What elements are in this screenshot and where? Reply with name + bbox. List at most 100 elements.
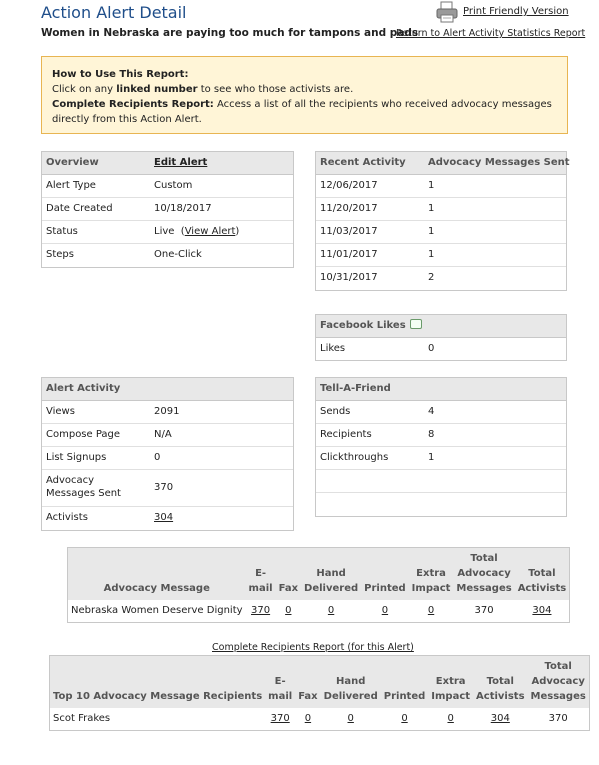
facebook-likes-heading: Facebook Likes <box>320 315 422 337</box>
taf-row: Recipients 8 <box>316 424 566 447</box>
total-messages-value: 370 <box>474 605 494 616</box>
recent-count: 2 <box>428 272 435 283</box>
printed-count-link[interactable]: 0 <box>401 713 407 724</box>
col-total-activists: Total Activists <box>514 547 570 600</box>
recent-date: 11/03/2017 <box>320 226 378 237</box>
tell-a-friend-header: Tell-A-Friend <box>316 378 566 401</box>
page-title: Action Alert Detail <box>41 3 187 22</box>
overview-row: Alert Type Custom <box>42 175 293 198</box>
hand-delivered-link[interactable]: 0 <box>328 605 334 616</box>
hand-delivered-link[interactable]: 0 <box>348 713 354 724</box>
status-value: Live (View Alert) <box>154 221 239 243</box>
recent-count: 1 <box>428 226 435 237</box>
activity-row: Activists 304 <box>42 507 293 529</box>
howto-heading: How to Use This Report: <box>52 69 189 80</box>
fax-count-link[interactable]: 0 <box>285 605 291 616</box>
view-alert-close-paren: ) <box>235 226 240 237</box>
printed-count-cell: 0 <box>381 708 429 731</box>
return-to-report-link[interactable]: Return to Alert Activity Statistics Repo… <box>396 28 585 39</box>
advocacy-messages-table: Advocacy Message E-mail Fax Hand Deliver… <box>67 547 571 623</box>
total-activists-link[interactable]: 304 <box>532 605 551 616</box>
taf-value: 8 <box>428 429 435 440</box>
overview-value: Custom <box>154 180 193 191</box>
email-count-link[interactable]: 370 <box>251 605 270 616</box>
total-activists-link[interactable]: 304 <box>491 713 510 724</box>
fax-count-link[interactable]: 0 <box>305 713 311 724</box>
print-friendly-link[interactable]: Print Friendly Version <box>463 6 569 17</box>
email-count-cell: 370 <box>265 708 295 731</box>
messages-table-header: Advocacy Message E-mail Fax Hand Deliver… <box>67 547 570 600</box>
hand-count-cell: 0 <box>321 708 381 731</box>
overview-heading: Overview <box>46 157 99 168</box>
taf-row: Clickthroughs 1 <box>316 447 566 470</box>
activity-label: Advocacy Messages Sent <box>46 475 121 499</box>
alert-subtitle: Women in Nebraska are paying too much fo… <box>41 27 419 39</box>
col-email: E-mail <box>245 547 276 600</box>
activity-value: 2091 <box>154 406 180 417</box>
howto-line1-bold: linked number <box>116 84 198 95</box>
activity-row: Compose Page N/A <box>42 424 293 447</box>
edit-alert-link[interactable]: Edit Alert <box>154 152 207 174</box>
col-advocacy-message: Advocacy Message <box>67 547 246 600</box>
col-printed: Printed <box>380 655 429 708</box>
overview-header: Overview Edit Alert <box>42 152 293 175</box>
howto-line1-pre: Click on any <box>52 84 117 95</box>
printed-count-cell: 0 <box>361 600 409 623</box>
col-fax: Fax <box>275 547 302 600</box>
col-printed: Printed <box>361 547 409 600</box>
overview-value: 10/18/2017 <box>154 203 212 214</box>
facebook-likes-label: Facebook Likes <box>320 320 406 331</box>
extra-count-cell: 0 <box>428 708 473 731</box>
recent-count: 1 <box>428 249 435 260</box>
extra-impact-link[interactable]: 0 <box>428 605 434 616</box>
extra-impact-link[interactable]: 0 <box>447 713 453 724</box>
view-alert-link[interactable]: View Alert <box>185 226 236 237</box>
overview-panel: Overview Edit Alert Alert Type Custom Da… <box>41 151 294 268</box>
recent-row: 12/06/2017 1 <box>316 175 566 198</box>
email-count-link[interactable]: 370 <box>271 713 290 724</box>
message-name: Nebraska Women Deserve Dignity <box>71 605 243 616</box>
activity-label: Views <box>46 406 75 417</box>
recent-activity-header: Recent Activity Advocacy Messages Sent <box>316 152 570 175</box>
overview-label: Steps <box>46 249 74 260</box>
recent-date: 12/06/2017 <box>320 180 378 191</box>
facebook-likes-header: Facebook Likes <box>316 315 566 338</box>
likes-row: Likes 0 <box>316 338 566 360</box>
table-row: Scot Frakes 370 0 0 0 0 304 370 <box>50 708 590 731</box>
printed-count-link[interactable]: 0 <box>382 605 388 616</box>
tell-a-friend-heading: Tell-A-Friend <box>320 383 391 394</box>
overview-row: Date Created 10/18/2017 <box>42 198 293 221</box>
activity-label: List Signups <box>46 452 107 463</box>
top-recipients-table: Top 10 Advocacy Message Recipients E-mai… <box>49 655 590 731</box>
complete-recipients-link[interactable]: Complete Recipients Report (for this Ale… <box>212 642 414 653</box>
hand-count-cell: 0 <box>301 600 361 623</box>
recent-row: 11/20/2017 1 <box>316 198 566 221</box>
col-extra-impact: Extra Impact <box>428 655 474 708</box>
overview-row: Steps One-Click <box>42 244 293 266</box>
taf-value: 4 <box>428 406 435 417</box>
howto-box: How to Use This Report: Click on any lin… <box>41 56 568 134</box>
howto-line2: Complete Recipients Report: Access a lis… <box>52 97 557 127</box>
activity-label: Compose Page <box>46 429 121 440</box>
overview-label: Status <box>46 226 78 237</box>
likes-label: Likes <box>320 343 346 354</box>
col-fax: Fax <box>295 655 321 708</box>
likes-value: 0 <box>428 343 435 354</box>
recent-date: 10/31/2017 <box>320 272 378 283</box>
overview-row: Status Live (View Alert) <box>42 221 293 244</box>
taf-label: Recipients <box>320 429 372 440</box>
recent-activity-heading: Recent Activity <box>320 157 406 168</box>
recent-date: 11/20/2017 <box>320 203 378 214</box>
messages-sent-heading: Advocacy Messages Sent <box>428 157 570 168</box>
alert-activity-panel: Alert Activity Views 2091 Compose Page N… <box>41 377 294 531</box>
taf-row: Sends 4 <box>316 401 566 424</box>
activists-link[interactable]: 304 <box>154 507 173 529</box>
recipients-table-header: Top 10 Advocacy Message Recipients E-mai… <box>49 655 590 708</box>
howto-line1-post: to see who those activists are. <box>197 84 354 95</box>
col-hand-delivered: Hand Delivered <box>320 655 381 708</box>
recipient-name: Scot Frakes <box>53 713 111 724</box>
total-activists-cell: 304 <box>515 600 570 623</box>
recent-activity-panel: Recent Activity Advocacy Messages Sent 1… <box>315 151 570 291</box>
overview-label: Alert Type <box>46 180 96 191</box>
howto-line2-bold: Complete Recipients Report: <box>52 99 214 110</box>
